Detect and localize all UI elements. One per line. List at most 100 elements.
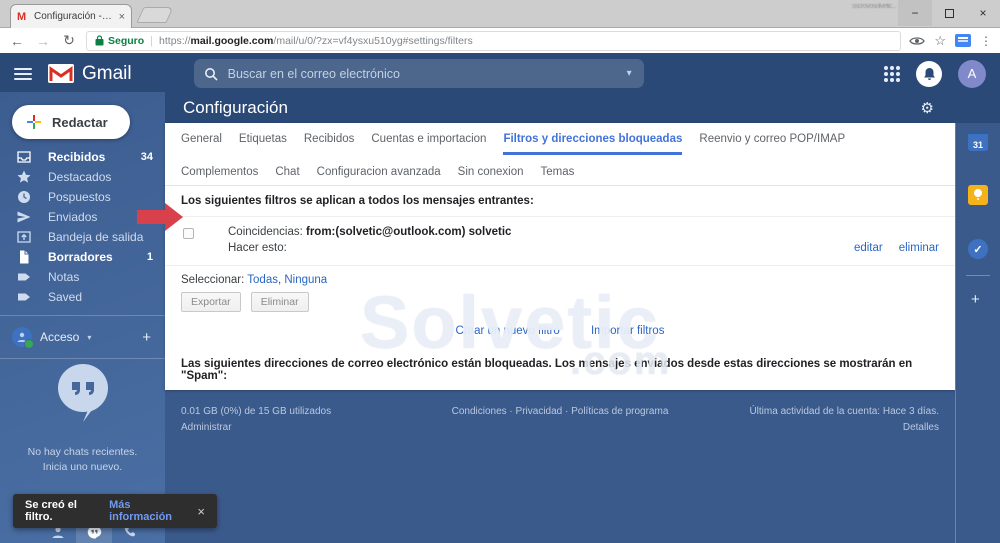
tab-temas[interactable]: Temas xyxy=(541,166,575,185)
filter-checkbox[interactable] xyxy=(183,228,194,239)
chat-empty-text: No hay chats recientes. Inicia uno nuevo… xyxy=(27,446,138,473)
gmail-logo[interactable]: Gmail xyxy=(48,63,132,85)
tab-avanzada[interactable]: Configuracion avanzada xyxy=(317,166,441,185)
screen: M Configuración - accesos × sscrovosolve… xyxy=(0,0,1000,543)
filter-created-toast: Se creó el filtro. Más información × xyxy=(13,494,217,528)
window-controls: − × xyxy=(898,0,1000,26)
calendar-icon[interactable]: 31 xyxy=(968,131,988,151)
filter-actions: editar eliminar xyxy=(854,224,939,256)
addons-divider xyxy=(966,275,990,276)
tab-filtros[interactable]: Filtros y direcciones bloqueadas xyxy=(503,133,683,155)
reading-list-icon[interactable] xyxy=(955,34,971,47)
annotation-arrow-icon xyxy=(137,203,183,231)
forward-icon: → xyxy=(36,32,50,49)
address-bar[interactable]: Seguro | https://mail.google.com/mail/u/… xyxy=(86,30,902,51)
tab-etiquetas[interactable]: Etiquetas xyxy=(239,133,287,155)
new-tab-button[interactable] xyxy=(136,7,174,23)
padlock-icon xyxy=(95,35,104,46)
tab-reenvio[interactable]: Reenvio y correo POP/IMAP xyxy=(699,133,845,155)
bookmark-star-icon[interactable]: ☆ xyxy=(934,33,946,49)
settings-tabs: General Etiquetas Recibidos Cuentas e im… xyxy=(165,123,955,185)
tab-recibidos[interactable]: Recibidos xyxy=(304,133,355,155)
sidebar-divider xyxy=(0,315,165,316)
sidebar-item-recibidos[interactable]: Recibidos 34 xyxy=(0,147,165,167)
gmail-header: Gmail Buscar en el correo electrónico ▾ … xyxy=(0,55,1000,92)
sidebar-item-borradores[interactable]: Borradores 1 xyxy=(0,247,165,267)
add-chat-button[interactable]: + xyxy=(142,329,151,346)
select-none-link[interactable]: Ninguna xyxy=(284,274,327,286)
gmail-envelope-icon xyxy=(48,64,74,83)
tab-title: Configuración - accesos xyxy=(34,11,114,22)
delete-button[interactable]: Eliminar xyxy=(250,292,309,312)
reload-icon[interactable]: ↻ xyxy=(60,32,78,49)
sidebar-item-saved[interactable]: Saved xyxy=(0,287,165,307)
account-chevron-icon: ▾ xyxy=(87,332,92,342)
browser-menu-icon[interactable]: ⋮ xyxy=(980,34,992,48)
select-all-link[interactable]: Todas xyxy=(247,274,278,286)
filter-select-row: Seleccionar: Todas, Ninguna xyxy=(181,274,328,286)
browser-toolbar: ← → ↻ Seguro | https://mail.google.com/m… xyxy=(0,28,1000,55)
page-title: Configuración xyxy=(183,97,288,117)
import-filters-link[interactable]: Importar filtros xyxy=(591,325,665,337)
addons-sidebar: 31 ✓ + xyxy=(955,123,1000,543)
sidebar-item-destacados[interactable]: Destacados xyxy=(0,167,165,187)
tab-cuentas[interactable]: Cuentas e importacion xyxy=(371,133,486,155)
draft-icon xyxy=(20,250,29,264)
tab-sin-conexion[interactable]: Sin conexion xyxy=(458,166,524,185)
create-filter-link[interactable]: Crear un nuevo filtro xyxy=(456,325,560,337)
filter-row: Coincidencias: from:(solvetic@outlook.co… xyxy=(165,217,955,266)
compose-button[interactable]: Redactar xyxy=(12,105,130,139)
manage-storage-link[interactable]: Administrar xyxy=(181,420,331,436)
activity-details-link[interactable]: Detalles xyxy=(749,420,939,436)
browser-tabstrip: M Configuración - accesos × sscrovosolve… xyxy=(0,0,1000,28)
header-right: A xyxy=(884,59,986,88)
blocked-heading: Las siguientes direcciones de correo ele… xyxy=(165,349,955,390)
maximize-button[interactable] xyxy=(932,0,966,26)
close-button[interactable]: × xyxy=(966,0,1000,26)
tab-general[interactable]: General xyxy=(181,133,222,155)
compose-label: Redactar xyxy=(52,114,108,130)
account-avatar[interactable]: A xyxy=(958,59,986,88)
label-icon xyxy=(18,293,30,301)
tab-complementos[interactable]: Complementos xyxy=(181,166,258,185)
browser-tab[interactable]: M Configuración - accesos × xyxy=(10,4,132,28)
tab-chat[interactable]: Chat xyxy=(275,166,299,185)
search-box[interactable]: Buscar en el correo electrónico ▾ xyxy=(193,59,644,88)
gmail-favicon: M xyxy=(17,10,27,23)
notifications-bell-icon[interactable] xyxy=(916,60,942,87)
toast-more-info-link[interactable]: Más información xyxy=(109,499,185,523)
sidebar: Redactar Recibidos 34 Destacados Pospuest… xyxy=(0,92,165,543)
filter-description: Coincidencias: from:(solvetic@outlook.co… xyxy=(228,226,512,254)
filter-create-row: Crear un nuevo filtro Importar filtros xyxy=(165,320,955,349)
edit-filter-link[interactable]: editar xyxy=(854,242,883,254)
minimize-button[interactable]: − xyxy=(898,0,932,26)
secure-label: Seguro xyxy=(108,34,145,47)
keep-icon[interactable] xyxy=(968,185,988,205)
settings-gear-icon[interactable]: ⚙ xyxy=(921,99,934,117)
sidebar-divider xyxy=(0,358,165,359)
inbox-icon xyxy=(17,151,31,163)
search-options-chevron-icon[interactable]: ▾ xyxy=(627,68,634,79)
apps-grid-icon[interactable] xyxy=(884,65,900,82)
account-row[interactable]: Acceso ▾ + xyxy=(0,324,165,350)
get-addons-button[interactable]: + xyxy=(971,291,980,308)
eye-icon[interactable] xyxy=(909,36,926,46)
clock-icon xyxy=(18,191,30,203)
secure-badge[interactable]: Seguro xyxy=(95,35,144,47)
label-icon xyxy=(18,273,30,281)
account-name: Acceso xyxy=(40,330,80,344)
hangouts-empty-state: No hay chats recientes. Inicia uno nuevo… xyxy=(0,362,165,475)
outbox-icon xyxy=(17,231,31,243)
star-icon xyxy=(17,170,31,183)
sidebar-item-notas[interactable]: Notas xyxy=(0,267,165,287)
delete-filter-link[interactable]: eliminar xyxy=(899,242,939,254)
toast-close-icon[interactable]: × xyxy=(197,504,205,519)
tasks-icon[interactable]: ✓ xyxy=(968,239,988,259)
back-icon[interactable]: ← xyxy=(8,33,26,49)
export-button[interactable]: Exportar xyxy=(181,292,241,312)
last-activity-text: Última actividad de la cuenta: Hace 3 dí… xyxy=(749,406,939,417)
send-icon xyxy=(17,211,31,223)
folder-list: Recibidos 34 Destacados Pospuestos Enviad… xyxy=(0,147,165,367)
tab-close-icon[interactable]: × xyxy=(119,11,125,23)
hamburger-menu-icon[interactable] xyxy=(14,67,32,80)
